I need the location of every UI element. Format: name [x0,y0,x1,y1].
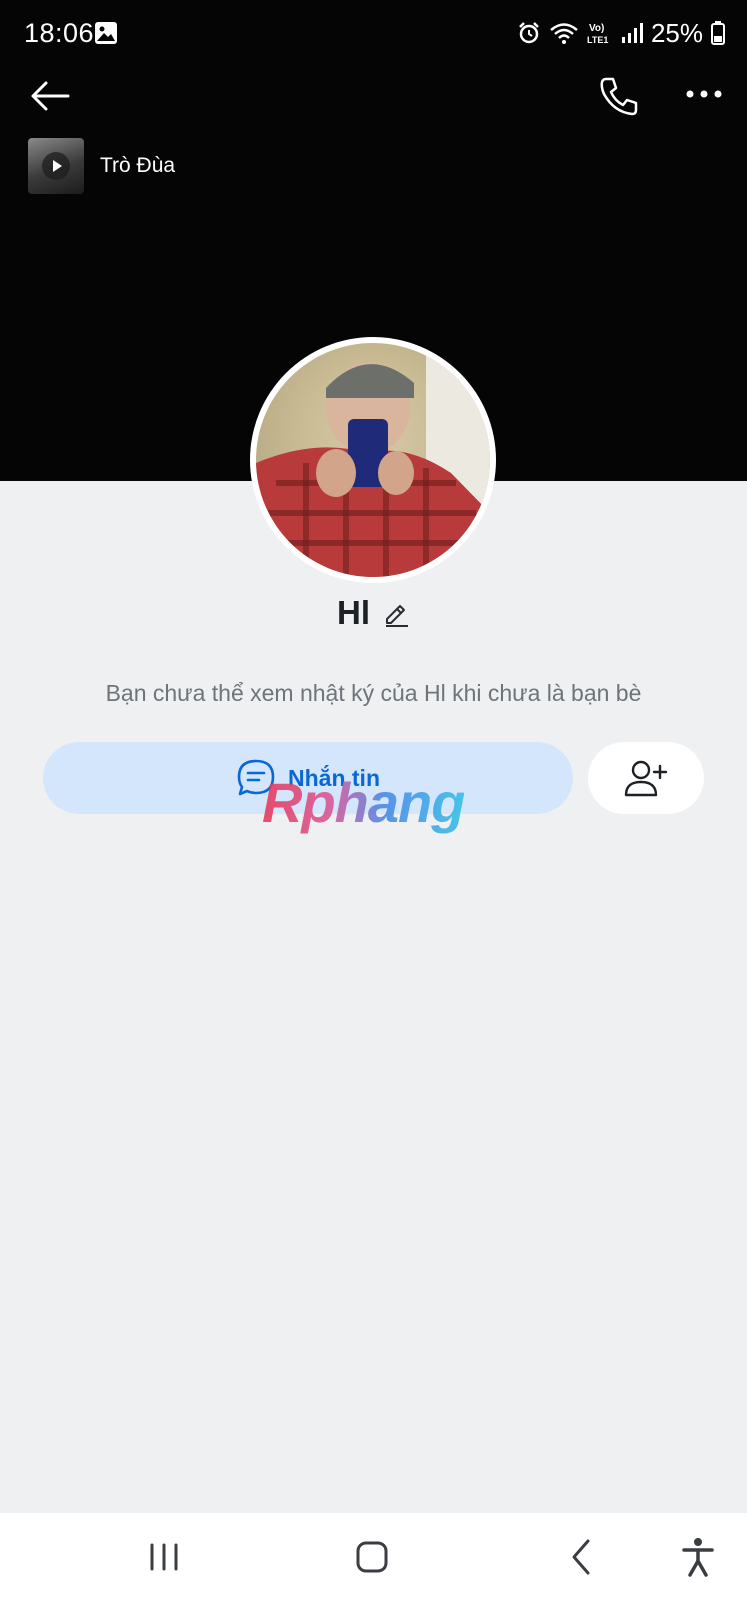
profile-music[interactable]: Trò Đùa [28,138,175,194]
battery-icon [711,21,725,45]
display-name-row: Hl [0,588,747,638]
music-title: Trò Đùa [100,154,176,177]
message-button[interactable]: Nhắn tin [43,742,573,814]
svg-text:Vo): Vo) [589,23,604,34]
home-icon[interactable] [348,1533,396,1581]
gallery-icon [95,22,117,44]
phone-icon[interactable] [596,74,640,118]
edit-pencil-icon[interactable] [382,599,410,627]
svg-text:LTE1: LTE1 [587,35,608,45]
volte-icon: Vo) LTE1 [587,23,608,45]
avatar-image [256,343,490,577]
status-bar: 18:06 Vo) LTE1 25% [0,0,747,66]
signal-icon [621,23,643,43]
display-name: Hl [337,594,370,631]
more-horizontal-icon[interactable] [684,82,724,106]
alarm-icon [519,22,539,44]
status-time: 18:06 [24,18,95,48]
wifi-icon [550,23,578,44]
chat-bubble-icon [237,759,275,796]
add-friend-button[interactable] [588,742,704,814]
play-icon [42,152,70,180]
status-icons: Vo) LTE1 25% [517,18,725,48]
avatar[interactable] [250,337,496,583]
message-button-label: Nhắn tin [288,764,380,791]
privacy-notice: Bạn chưa thể xem nhật ký của Hl khi chưa… [105,680,642,706]
add-user-icon [624,760,668,797]
battery-percent: 25% [650,17,703,48]
profile-actions: Nhắn tin [43,742,705,816]
accessibility-icon[interactable] [674,1533,722,1581]
back-icon[interactable] [558,1533,606,1581]
top-navigation [0,66,747,126]
music-thumbnail [28,138,84,194]
recents-icon[interactable] [140,1533,188,1581]
back-arrow-icon[interactable] [28,78,72,114]
system-navigation-bar [0,1513,747,1600]
